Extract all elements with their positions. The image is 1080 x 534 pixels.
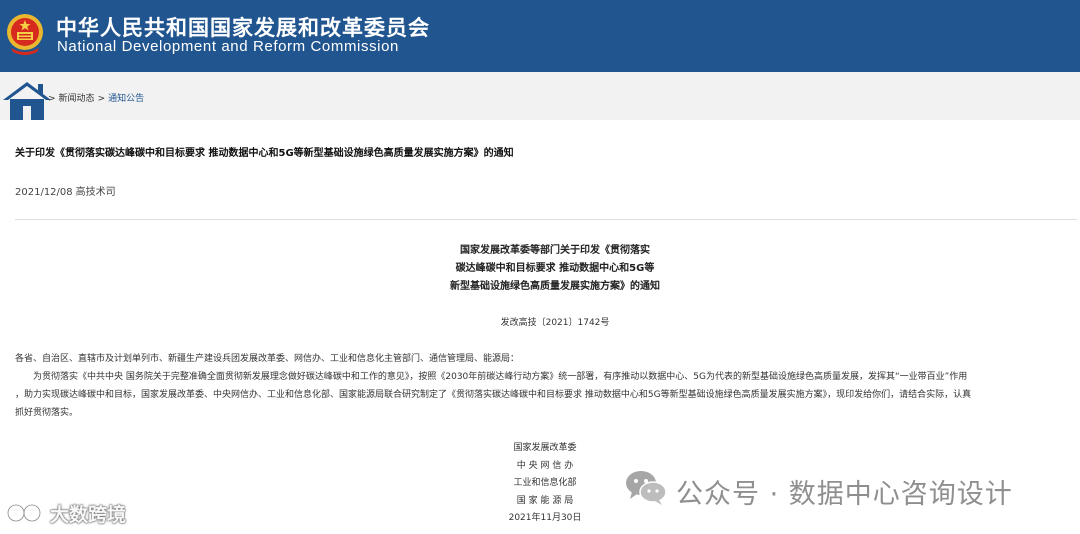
national-emblem-icon[interactable] [5, 12, 45, 56]
body-paragraph: ，助力实现碳达峰碳中和目标，国家发展改革委、中央网信办、工业和信息化部、国家能源… [15, 390, 972, 400]
heading-line: 新型基础设施绿色高质量发展实施方案》的通知 [450, 281, 660, 292]
breadcrumb-separator: > [97, 94, 106, 104]
signature-block: 国家发展改革委 中 央 网 信 办 工业和信息化部 国 家 能 源 局 2021… [480, 440, 610, 528]
publish-date: 2021/12/08 [15, 187, 73, 198]
sign-date: 2021年11月30日 [508, 513, 582, 523]
breadcrumb-separator: > [48, 94, 56, 104]
signatory: 国家发展改革委 [513, 443, 577, 453]
heading-line: 碳达峰碳中和目标要求 推动数据中心和5G等 [455, 263, 655, 274]
article-meta: 2021/12/08 高技术司 [15, 183, 119, 198]
article-title: 关于印发《贯彻落实碳达峰碳中和目标要求 推动数据中心和5G等新型基础设施绿色高质… [15, 148, 514, 159]
site-title-en: National Development and Reform Commissi… [57, 38, 400, 55]
breadcrumb-bar [0, 72, 1080, 120]
breadcrumb: > 新闻动态 > 通知公告 [48, 91, 147, 104]
breadcrumb-notices[interactable]: 通知公告 [108, 94, 144, 104]
document-number: 发改高技〔2021〕1742号 [500, 318, 610, 328]
site-header: 中华人民共和国国家发展和改革委员会 National Development a… [0, 0, 1080, 72]
body-paragraph: 为贯彻落实《中共中央 国务院关于完整准确全面贯彻新发展理念做好碳达峰碳中和工作的… [15, 372, 968, 382]
document-body: 各省、自治区、直辖市及计划单列市、新疆生产建设兵团发展改革委、网信办、工业和信息… [15, 350, 1075, 422]
document-heading: 国家发展改革委等部门关于印发《贯彻落实 碳达峰碳中和目标要求 推动数据中心和5G… [360, 242, 750, 296]
watermark-left: 大数跨境 [50, 504, 127, 526]
wechat-icon [626, 471, 667, 505]
watermark-logo-icon [6, 503, 42, 523]
heading-line: 国家发展改革委等部门关于印发《贯彻落实 [460, 245, 650, 256]
signatory: 工业和信息化部 [513, 478, 577, 488]
signatory: 国 家 能 源 局 [516, 495, 574, 506]
divider [15, 219, 1077, 220]
breadcrumb-news[interactable]: 新闻动态 [59, 94, 95, 104]
body-paragraph: 各省、自治区、直辖市及计划单列市、新疆生产建设兵团发展改革委、网信办、工业和信息… [15, 354, 520, 364]
home-icon[interactable] [0, 80, 54, 120]
watermark-right: 公众号 · 数据中心咨询设计 [676, 479, 1013, 510]
department: 高技术司 [75, 187, 116, 198]
body-paragraph: 抓好贯彻落实。 [15, 408, 79, 418]
signatory: 中 央 网 信 办 [516, 460, 574, 471]
